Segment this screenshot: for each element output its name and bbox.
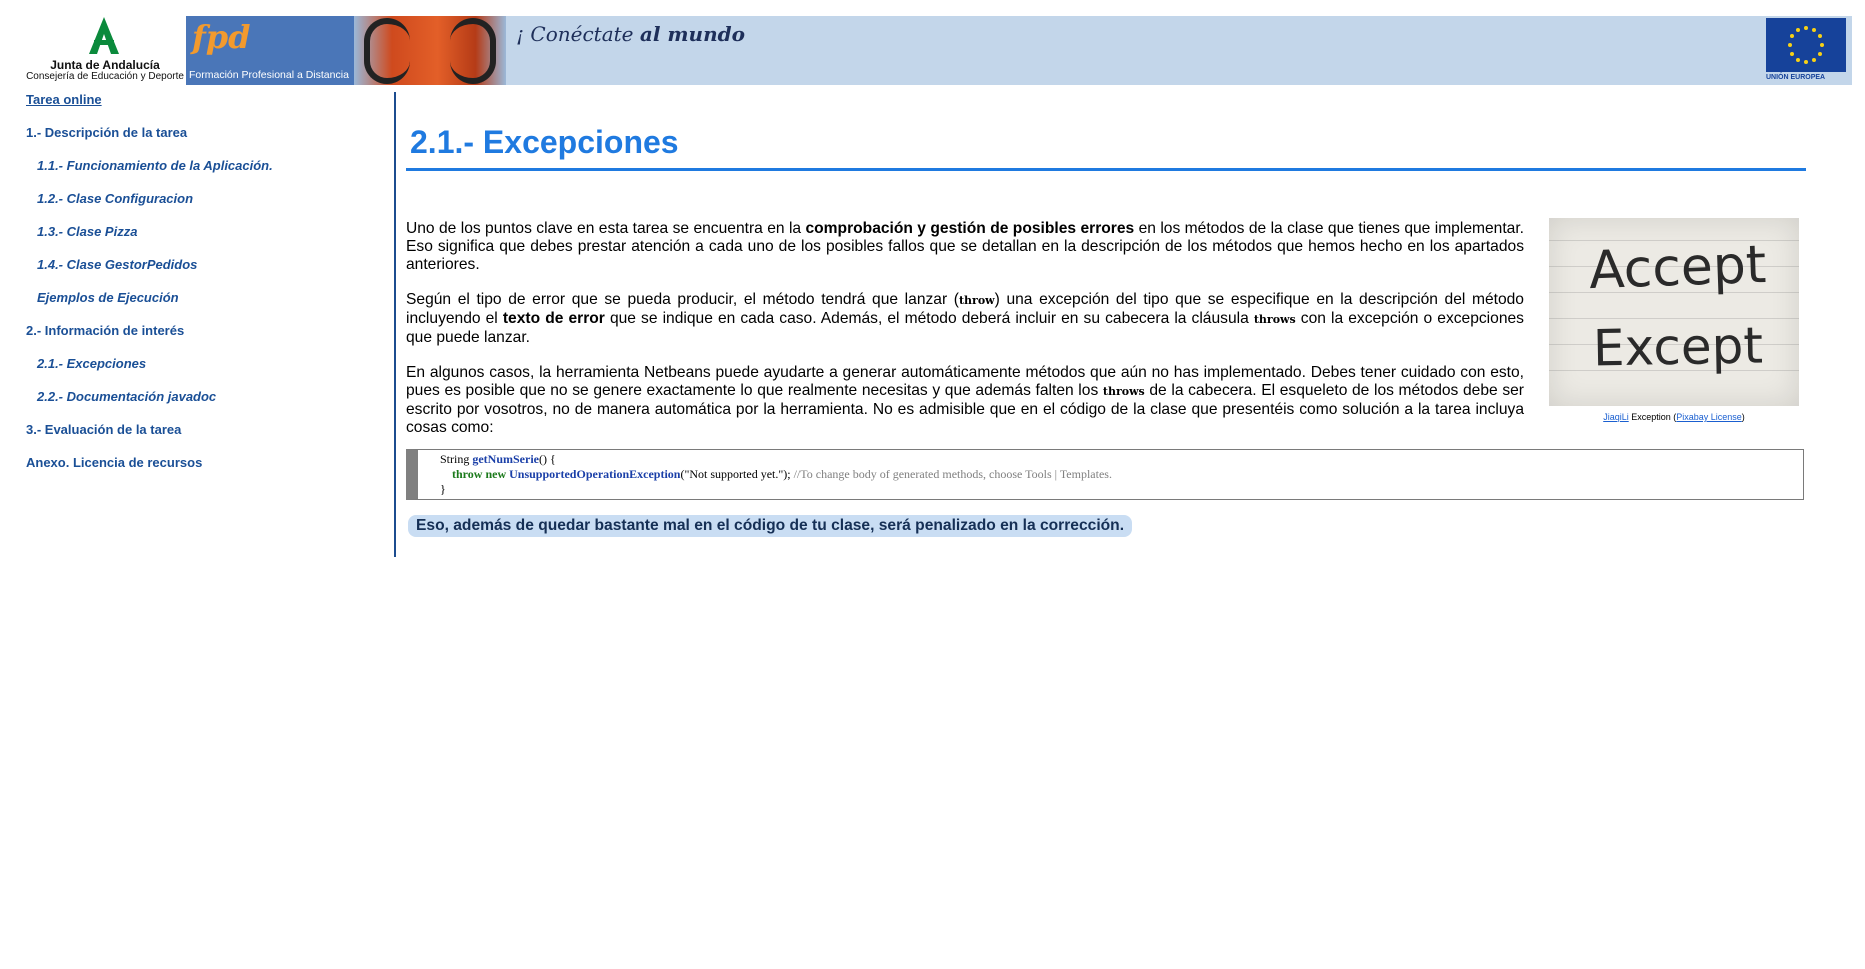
accept-except-figure: Accept Except JiaqiLi Exception (Pixabay… xyxy=(1549,218,1799,422)
credit-license-link[interactable]: Pixabay License xyxy=(1676,412,1742,422)
fpd-caption: Formación Profesional a Distancia xyxy=(189,69,349,81)
code-keyword: throw new xyxy=(452,467,510,481)
penalty-note: Eso, además de quedar bastante mal en el… xyxy=(408,515,1133,537)
content-text: Uno de los puntos clave en esta tarea se… xyxy=(406,220,1524,454)
sidebar-item-informacion[interactable]: 2.- Información de interés xyxy=(26,323,386,356)
sidebar-item-funcionamiento[interactable]: 1.1.- Funcionamiento de la Aplicación. xyxy=(26,158,386,191)
banner: fpd Formación Profesional a Distancia ¡ … xyxy=(186,16,1852,85)
paragraph-2: Según el tipo de error que se pueda prod… xyxy=(406,291,1524,347)
code-paren: () { xyxy=(539,452,556,466)
junta-subtitle: Consejería de Educación y Deporte xyxy=(26,71,184,82)
sidebar-item-pizza[interactable]: 1.3.- Clase Pizza xyxy=(26,224,386,257)
sidebar-item-ejemplos[interactable]: Ejemplos de Ejecución xyxy=(26,290,386,323)
code-example: String getNumSerie() { throw new Unsuppo… xyxy=(406,449,1804,500)
fpd-logo-text: fpd xyxy=(192,18,251,56)
eu-logo: UNIÓN EUROPEA xyxy=(1766,18,1846,83)
p2-bold: texto de error xyxy=(502,310,605,327)
tagline-part-1: ¡ Conéctate xyxy=(516,22,640,46)
credit-text-end: ) xyxy=(1741,412,1745,422)
code-method-name: getNumSerie xyxy=(472,452,539,466)
p2-code-throw: throw xyxy=(958,294,995,307)
code-string: ("Not supported yet."); xyxy=(680,467,794,481)
p2-text-c: que se indique en cada caso. Además, el … xyxy=(604,310,1254,327)
headphones-icon xyxy=(364,18,410,84)
eu-label: UNIÓN EUROPEA xyxy=(1766,74,1826,81)
paragraph-1: Uno de los puntos clave en esta tarea se… xyxy=(406,220,1524,274)
headphones-icon-right xyxy=(450,18,496,84)
junta-emblem-icon xyxy=(89,17,119,54)
fpd-logo: fpd Formación Profesional a Distancia xyxy=(186,16,354,85)
code-line-1: String getNumSerie() { xyxy=(440,452,1803,467)
sidebar-item-descripcion[interactable]: 1.- Descripción de la tarea xyxy=(26,125,386,158)
credit-author-link[interactable]: JiaqiLi xyxy=(1603,412,1629,422)
sidebar-item-excepciones[interactable]: 2.1.- Excepciones xyxy=(26,356,386,389)
code-type: String xyxy=(440,452,473,466)
junta-name: Junta de Andalucía xyxy=(50,58,160,72)
code-comment: //To change body of generated methods, c… xyxy=(793,467,1112,481)
accept-except-image: Accept Except xyxy=(1549,218,1799,406)
code-line-3: } xyxy=(440,482,446,496)
junta-logo: Junta de Andalucía Consejería de Educaci… xyxy=(24,16,186,85)
page-title: 2.1.- Excepciones xyxy=(410,124,679,160)
p3-code-throws: throws xyxy=(1102,385,1145,398)
title-rule xyxy=(406,168,1806,171)
sidebar-nav: Tarea online 1.- Descripción de la tarea… xyxy=(26,92,386,488)
sidebar-item-anexo[interactable]: Anexo. Licencia de recursos xyxy=(26,455,386,488)
sidebar-item-javadoc[interactable]: 2.2.- Documentación javadoc xyxy=(26,389,386,422)
sidebar-item-gestor-pedidos[interactable]: 1.4.- Clase GestorPedidos xyxy=(26,257,386,290)
banner-tagline: ¡ Conéctate al mundo xyxy=(516,22,745,46)
p2-text-a: Según el tipo de error que se pueda prod… xyxy=(406,291,959,308)
sidebar-item-configuracion[interactable]: 1.2.- Clase Configuracion xyxy=(26,191,386,224)
banner-photo xyxy=(354,16,506,85)
p1-text-a: Uno de los puntos clave en esta tarea se… xyxy=(406,220,806,237)
code-line-2: throw new UnsupportedOperationException(… xyxy=(440,467,1803,482)
credit-text: Exception ( xyxy=(1628,412,1677,422)
sidebar-item-evaluacion[interactable]: 3.- Evaluación de la tarea xyxy=(26,422,386,455)
sidebar-item-tarea-online[interactable]: Tarea online xyxy=(26,92,386,125)
paragraph-3: En algunos casos, la herramienta Netbean… xyxy=(406,364,1524,437)
content-divider xyxy=(394,92,396,557)
site-header: Junta de Andalucía Consejería de Educaci… xyxy=(24,16,1852,85)
p1-bold: comprobación y gestión de posibles error… xyxy=(805,220,1135,237)
image-credit: JiaqiLi Exception (Pixabay License) xyxy=(1549,412,1799,422)
image-word-except: Except xyxy=(1592,316,1764,378)
p2-code-throws: throws xyxy=(1253,313,1296,326)
eu-flag-icon xyxy=(1766,18,1846,72)
tagline-part-2: al mundo xyxy=(639,22,745,46)
code-class: UnsupportedOperationException xyxy=(509,467,681,481)
image-word-accept: Accept xyxy=(1588,234,1768,302)
